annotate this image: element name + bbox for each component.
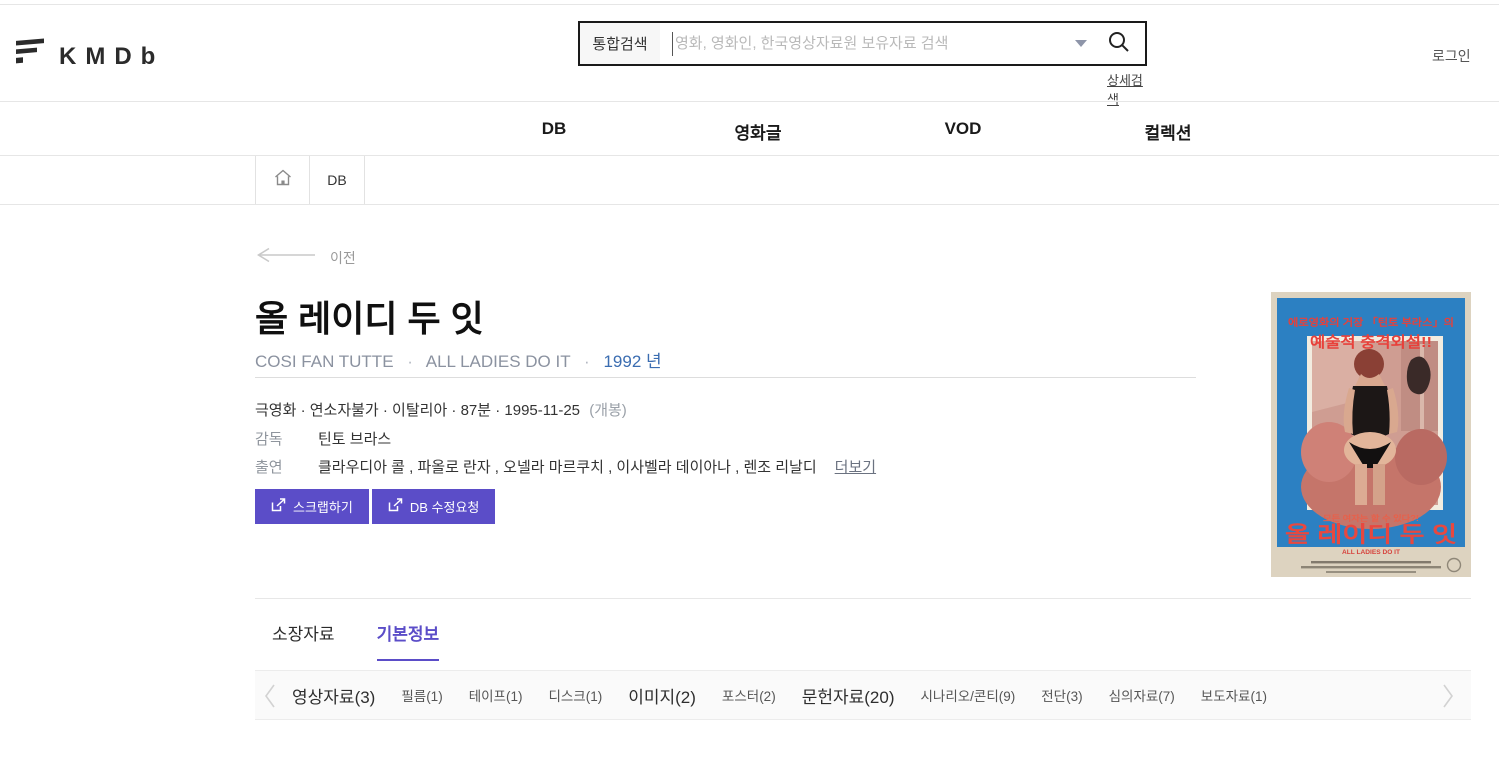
nav-bottom-divider [0, 155, 1499, 156]
movie-title-original: COSI FAN TUTTE [255, 352, 394, 371]
kmdb-page: KMDb 통합검색 상세검색 로그인 DB 영화글 VOD 컬렉션 [0, 0, 1499, 757]
holdings-item-label: 필름 [401, 689, 426, 704]
top-divider [0, 4, 1499, 5]
movie-title-english: ALL LADIES DO IT [426, 352, 571, 371]
holdings-item-label: 보도자료 [1201, 689, 1251, 704]
back-label: 이전 [330, 248, 356, 268]
holdings-item-disc[interactable]: 디스크(1) [548, 685, 602, 705]
holdings-item-count: (1) [586, 689, 603, 704]
kmdb-logo-text: KMDb [59, 45, 164, 69]
holdings-item-count: (1) [506, 689, 523, 704]
movie-meta-release-tag: (개봉) [589, 402, 627, 419]
holdings-item-count: (7) [1158, 689, 1175, 704]
tab-holdings[interactable]: 소장자료 [272, 620, 335, 661]
holdings-item-documents[interactable]: 문헌자료(20) [802, 683, 895, 708]
movie-year-link[interactable]: 1992 년 [603, 352, 661, 371]
search-button[interactable] [1107, 30, 1145, 57]
movie-meta-line: 극영화 · 연소자불가 · 이탈리아 · 87분 · 1995-11-25 [255, 402, 580, 419]
cast-more-link[interactable]: 더보기 [835, 456, 876, 477]
movie-subtitle: COSI FAN TUTTE · ALL LADIES DO IT · 1992… [255, 347, 662, 372]
breadcrumb: DB [255, 156, 365, 204]
director-label: 감독 [255, 428, 318, 449]
holdings-item-count: (2) [759, 689, 776, 704]
scrap-icon [271, 498, 286, 515]
cast-row: 출연 클라우디아 콜 , 파올로 란자 , 오넬라 마르쿠치 , 이사벨라 데이… [255, 456, 876, 477]
search-box: 통합검색 [578, 21, 1147, 66]
holdings-item-press[interactable]: 보도자료(1) [1201, 685, 1267, 705]
separator-dot: · [584, 352, 590, 371]
holdings-item-scenario[interactable]: 시나리오/콘티(9) [920, 685, 1015, 705]
holdings-item-video[interactable]: 영상자료(3) [292, 683, 375, 708]
director-row: 감독 틴토 브라스 [255, 428, 391, 449]
holdings-item-label: 디스크 [548, 689, 585, 704]
holdings-item-label: 심의자료 [1109, 689, 1159, 704]
holdings-item-count: (3) [355, 688, 376, 707]
nav-top-divider [0, 101, 1499, 102]
poster-title-en: ALL LADIES DO IT [1342, 549, 1400, 556]
holdings-item-label: 문헌자료 [802, 688, 865, 707]
holdings-item-label: 테이프 [469, 689, 506, 704]
holdings-item-label: 영상자료 [292, 688, 355, 707]
edit-request-icon [388, 498, 403, 515]
poster-title-kr: 올 레이디 두 잇 [1285, 522, 1457, 547]
scrap-button-label: 스크랩하기 [293, 497, 353, 516]
back-arrow-icon [255, 247, 317, 268]
home-icon [273, 168, 293, 192]
holdings-item-label: 전단 [1041, 689, 1066, 704]
holdings-item-film[interactable]: 필름(1) [401, 685, 442, 705]
holdings-item-image[interactable]: 이미지(2) [628, 683, 696, 708]
holdings-item-review[interactable]: 심의자료(7) [1109, 685, 1175, 705]
nav-item-vod[interactable]: VOD [945, 119, 982, 139]
holdings-item-count: (20) [864, 688, 894, 707]
holdings-item-poster[interactable]: 포스터(2) [722, 685, 776, 705]
poster-top-line: 에로영화의 거장 「틴토 부라스」의 [1288, 316, 1454, 329]
chevron-down-icon[interactable] [1075, 40, 1087, 47]
holdings-item-count: (1) [1250, 689, 1267, 704]
holdings-item-count: (1) [426, 689, 443, 704]
action-buttons: 스크랩하기 DB 수정요청 [255, 489, 495, 524]
chevron-left-icon[interactable] [263, 682, 277, 715]
holdings-item-count: (9) [999, 689, 1016, 704]
cast-names[interactable]: 클라우디아 콜 , 파올로 란자 , 오넬라 마르쿠치 , 이사벨라 데이아나 … [318, 456, 817, 477]
advanced-search-link[interactable]: 상세검색 [1107, 70, 1147, 108]
search-input[interactable] [673, 35, 1071, 52]
title-divider [255, 377, 1196, 378]
scrap-button[interactable]: 스크랩하기 [255, 489, 369, 524]
login-link[interactable]: 로그인 [1432, 46, 1471, 66]
nav-item-db[interactable]: DB [542, 119, 567, 139]
search-category-dropdown[interactable]: 통합검색 [580, 23, 660, 64]
nav-item-collection[interactable]: 컬렉션 [1145, 119, 1192, 144]
db-edit-request-label: DB 수정요청 [410, 497, 480, 516]
breadcrumb-home[interactable] [255, 156, 310, 204]
movie-title: 올 레이디 두 잇 [255, 290, 484, 342]
holdings-item-label: 이미지 [628, 688, 675, 707]
movie-meta-row: 극영화 · 연소자불가 · 이탈리아 · 87분 · 1995-11-25 (개… [255, 399, 627, 420]
holdings-item-flyer[interactable]: 전단(3) [1041, 685, 1082, 705]
holdings-item-label: 포스터 [722, 689, 759, 704]
back-link[interactable]: 이전 [255, 247, 356, 268]
holdings-item-count: (2) [675, 688, 696, 707]
tab-basic-info[interactable]: 기본정보 [377, 620, 440, 661]
movie-poster[interactable]: 에로영화의 거장 「틴토 부라스」의 예술적 충격외설!! 모든 여자는 할 수… [1271, 292, 1471, 577]
breadcrumb-bottom-divider [0, 204, 1499, 205]
poster-shock-line: 예술적 충격외설!! [1310, 333, 1432, 351]
holdings-item-label: 시나리오/콘티 [920, 689, 998, 704]
director-name[interactable]: 틴토 브라스 [318, 428, 391, 449]
holdings-item-tape[interactable]: 테이프(1) [469, 685, 523, 705]
kmdb-logo-mark-icon [15, 36, 47, 69]
holdings-strip: 영상자료(3) 필름(1) 테이프(1) 디스크(1) 이미지(2) 포스터(2… [255, 670, 1471, 720]
breadcrumb-item-db[interactable]: DB [310, 156, 365, 204]
cast-label: 출연 [255, 456, 318, 477]
db-edit-request-button[interactable]: DB 수정요청 [372, 489, 496, 524]
holdings-item-count: (3) [1066, 689, 1083, 704]
kmdb-logo[interactable]: KMDb [15, 36, 164, 69]
detail-tabs: 소장자료 기본정보 [255, 598, 1471, 661]
separator-dot: · [407, 352, 413, 371]
search-icon [1107, 30, 1131, 57]
nav-item-articles[interactable]: 영화글 [735, 119, 782, 144]
chevron-right-icon[interactable] [1441, 682, 1455, 715]
